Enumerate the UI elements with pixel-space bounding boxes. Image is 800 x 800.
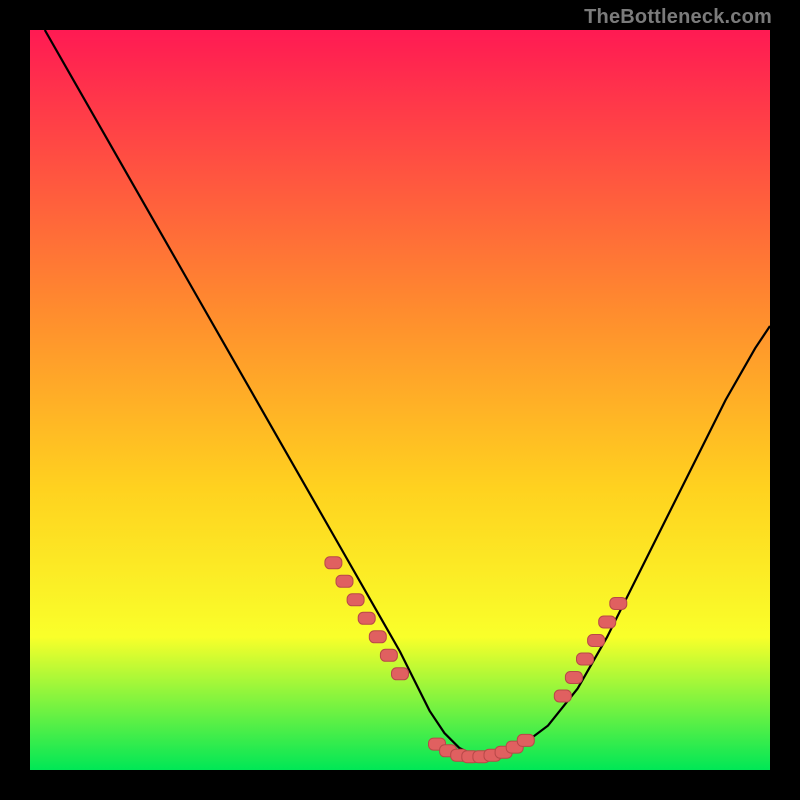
curve-marker (577, 653, 594, 665)
gradient-bg (30, 30, 770, 770)
curve-marker (599, 616, 616, 628)
curve-marker (380, 649, 397, 661)
curve-marker (336, 575, 353, 587)
curve-marker (325, 557, 342, 569)
curve-marker (565, 672, 582, 684)
attribution-text: TheBottleneck.com (584, 6, 772, 29)
curve-marker (358, 612, 375, 624)
curve-marker (392, 668, 409, 680)
curve-marker (610, 598, 627, 610)
chart-svg (30, 30, 770, 770)
plot-area (30, 30, 770, 770)
curve-marker (588, 635, 605, 647)
curve-marker (517, 734, 534, 746)
curve-marker (554, 690, 571, 702)
curve-marker (369, 631, 386, 643)
plot-frame (30, 30, 770, 770)
curve-marker (347, 594, 364, 606)
